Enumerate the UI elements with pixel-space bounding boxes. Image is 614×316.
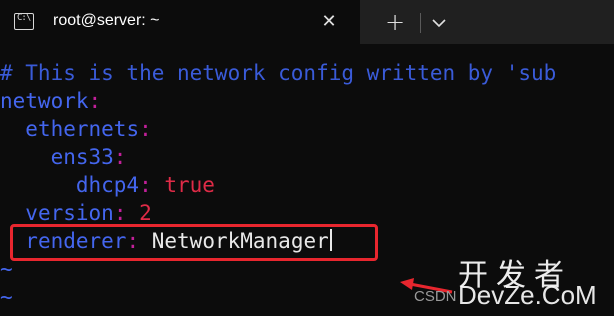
yaml-value: 2 — [126, 201, 152, 225]
plus-icon[interactable]: + — [377, 7, 413, 37]
tab-divider — [420, 13, 421, 33]
close-icon[interactable]: ✕ — [316, 9, 342, 35]
yaml-colon: : — [139, 173, 152, 197]
yaml-key: ethernets — [25, 117, 140, 141]
watermark-devze: DevZe.CoM — [458, 280, 597, 310]
yaml-colon: : — [113, 145, 127, 169]
yaml-colon: : — [113, 201, 127, 225]
title-bar: C:\ root@server: ~ ✕ + — [0, 0, 614, 46]
yaml-key: version — [25, 201, 114, 225]
tab-title: root@server: ~ — [53, 12, 160, 29]
yaml-colon: : — [88, 89, 102, 113]
code-line-ethernets: ethernets: — [0, 115, 152, 143]
empty-line-marker: ~ — [0, 285, 13, 309]
yaml-key: dhcp4 — [75, 173, 140, 197]
code-line-network: network: — [0, 87, 101, 115]
code-line-version: version: 2 — [0, 199, 152, 227]
watermark-csdn: CSDN — [414, 288, 457, 305]
chevron-down-icon[interactable] — [424, 8, 454, 38]
code-line-dhcp4: dhcp4: true — [0, 171, 215, 199]
yaml-value: true — [151, 173, 215, 197]
terminal-icon: C:\ — [14, 13, 34, 30]
yaml-colon: : — [139, 117, 152, 141]
yaml-key: ens33 — [50, 145, 114, 169]
yaml-key: network — [0, 89, 89, 113]
code-line-ens33: ens33: — [0, 143, 127, 171]
tab-active[interactable]: C:\ root@server: ~ ✕ — [0, 0, 360, 46]
comment-line: # This is the network config written by … — [0, 61, 557, 85]
annotation-highlight-box — [10, 224, 378, 261]
